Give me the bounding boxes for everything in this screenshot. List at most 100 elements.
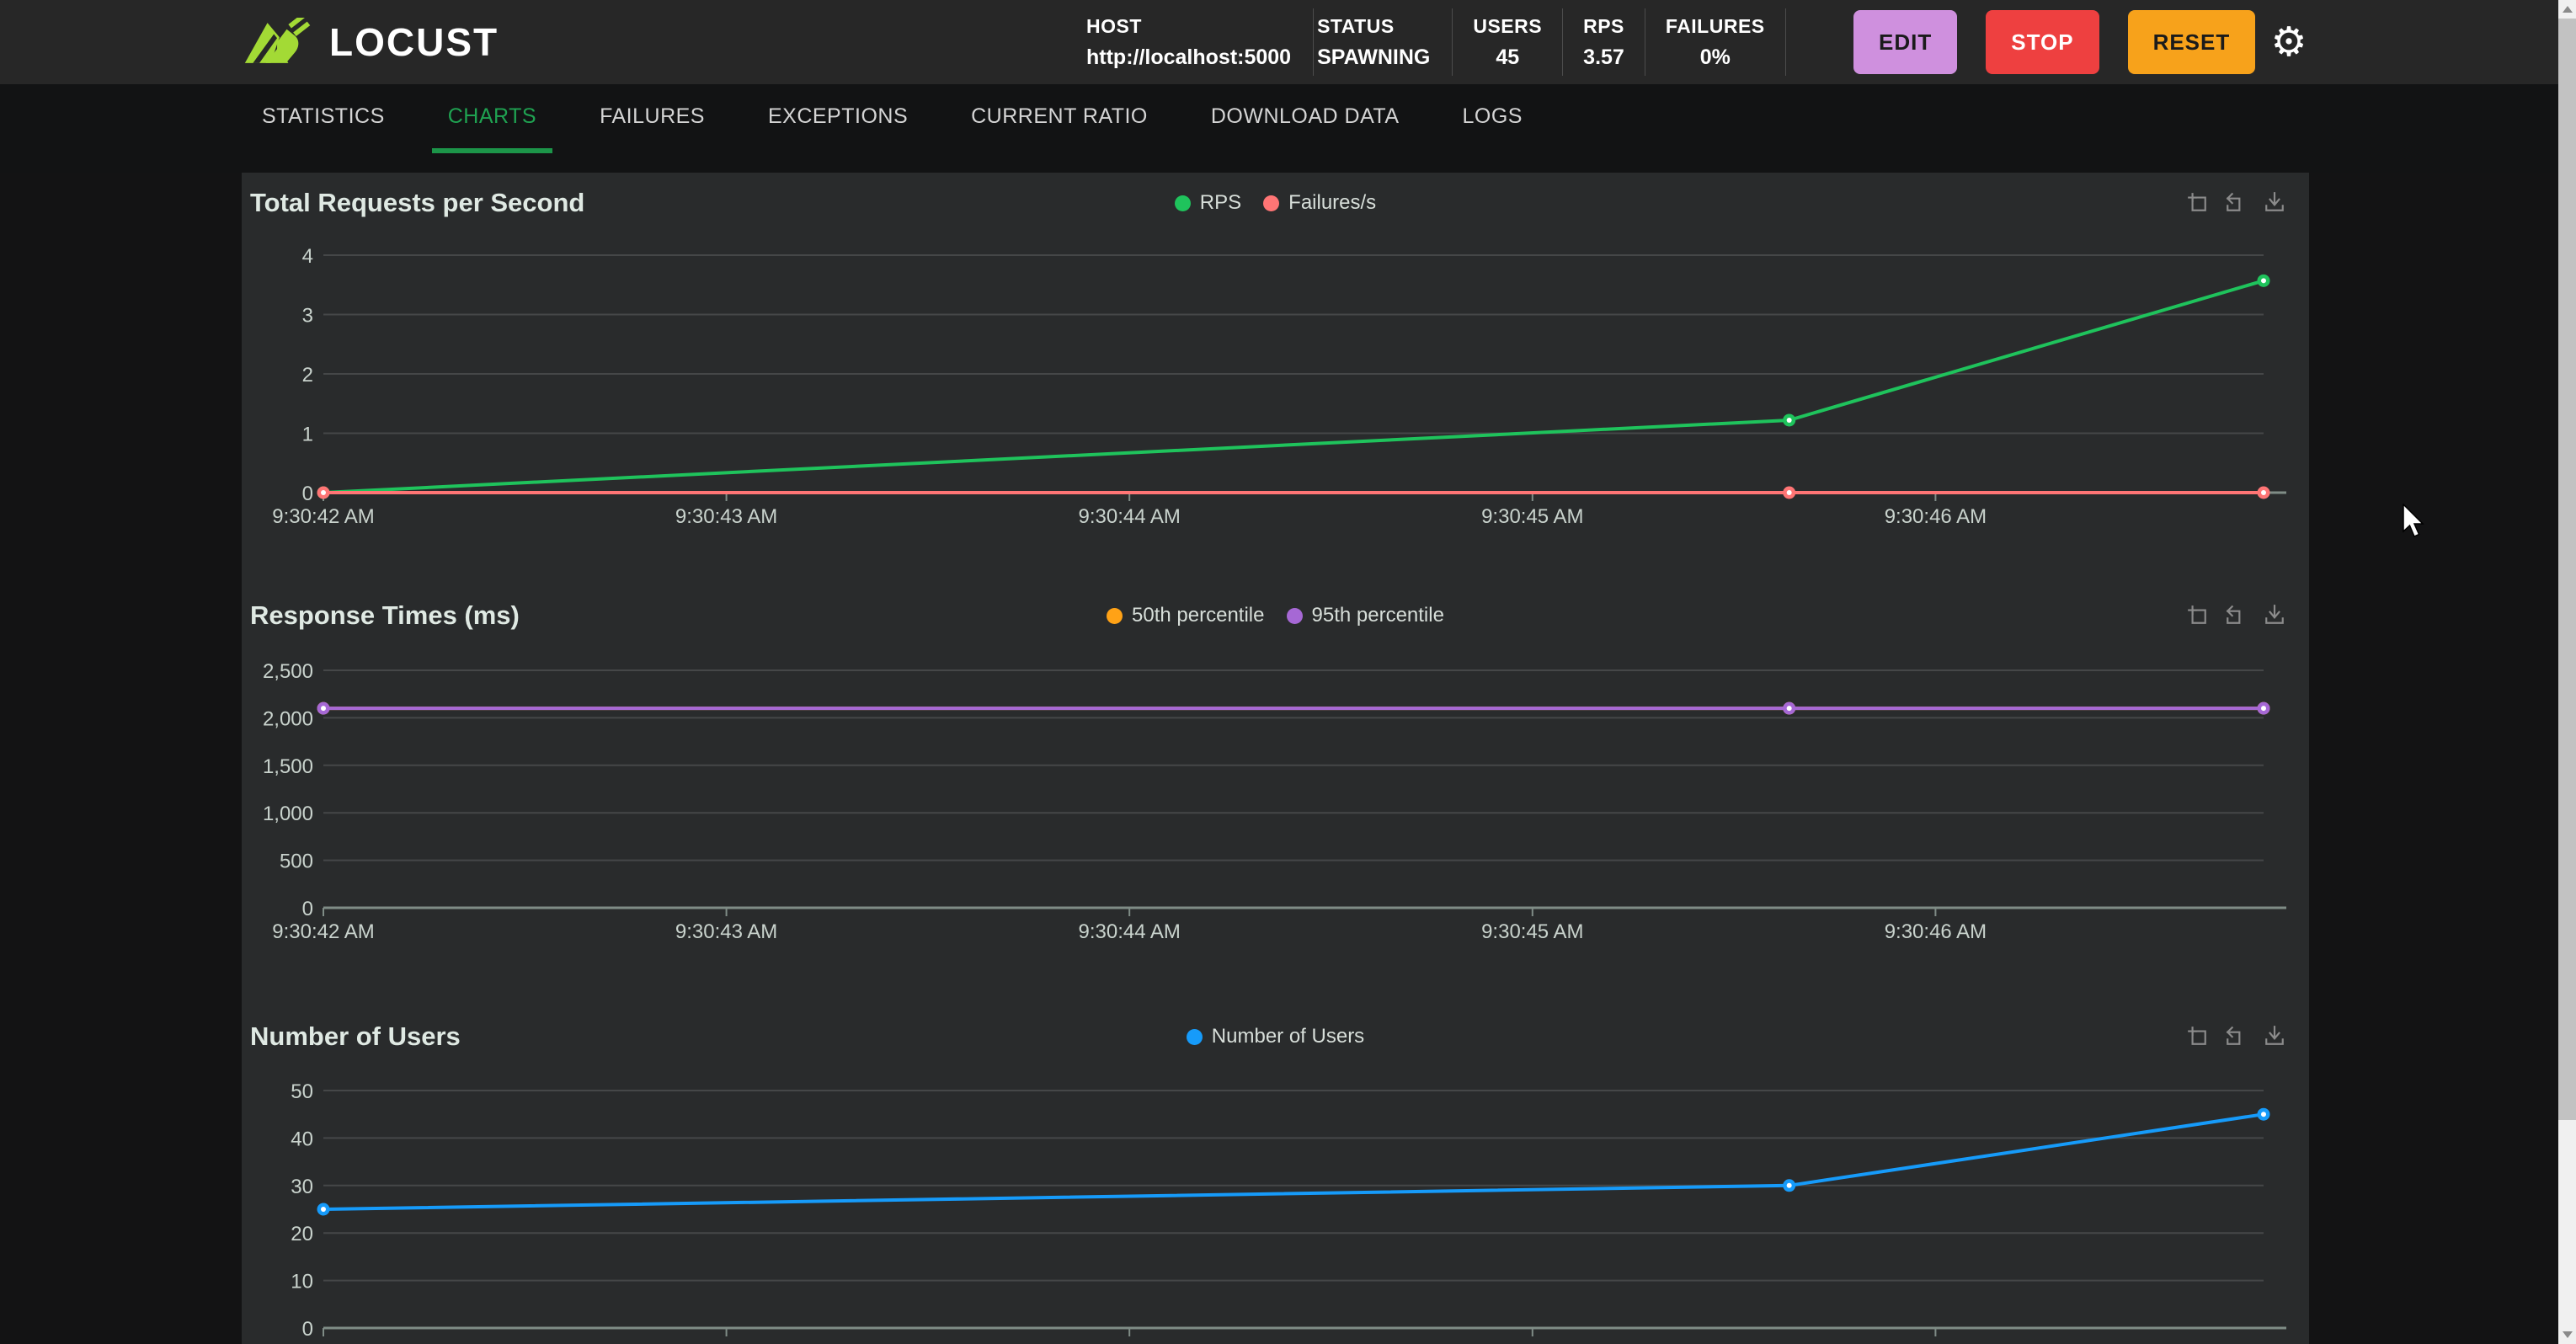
legend-dot	[1263, 195, 1279, 211]
zoom-select-icon[interactable]	[2186, 191, 2208, 213]
svg-text:2,500: 2,500	[263, 660, 313, 683]
stat-label: HOST	[1086, 15, 1291, 38]
chart-header-response-times: Response Times (ms) 50th percentile 95th …	[242, 595, 2309, 636]
stat-label: STATUS	[1317, 15, 1430, 38]
svg-text:9:30:43 AM: 9:30:43 AM	[675, 505, 777, 528]
scrollbar-down-button[interactable]	[2558, 1325, 2576, 1344]
chart-legend: 50th percentile 95th percentile	[242, 604, 2309, 627]
tab-charts[interactable]: CHARTS	[432, 84, 552, 153]
legend-item-95th-percentile[interactable]: 95th percentile	[1287, 604, 1444, 627]
svg-text:4: 4	[302, 245, 313, 268]
stat-rps: RPS 3.57	[1563, 8, 1645, 76]
svg-text:9:30:44 AM: 9:30:44 AM	[1078, 1341, 1180, 1344]
chart-canvas-rps: 012349:30:42 AM9:30:43 AM9:30:44 AM9:30:…	[242, 238, 2309, 539]
svg-text:0: 0	[302, 898, 313, 920]
stat-label: RPS	[1583, 15, 1624, 38]
legend-dot	[1187, 1029, 1203, 1045]
restore-icon[interactable]	[2225, 604, 2247, 626]
restore-icon[interactable]	[2225, 1025, 2247, 1047]
chart-canvas-users: 010203040509:30:42 AM9:30:43 AM9:30:44 A…	[242, 1074, 2309, 1344]
download-icon[interactable]	[2264, 1025, 2285, 1047]
vertical-scrollbar[interactable]	[2558, 0, 2576, 1344]
download-icon[interactable]	[2264, 604, 2285, 626]
svg-text:50: 50	[291, 1080, 313, 1103]
svg-text:1,500: 1,500	[263, 755, 313, 778]
stat-users: USERS 45	[1453, 8, 1563, 76]
legend-dot	[1287, 608, 1303, 624]
tab-current-ratio[interactable]: CURRENT RATIO	[955, 84, 1164, 153]
download-icon[interactable]	[2264, 191, 2285, 213]
charts-panel: Total Requests per Second RPSFailures/s …	[242, 173, 2309, 1344]
chart-title: Response Times (ms)	[250, 600, 520, 631]
svg-text:9:30:45 AM: 9:30:45 AM	[1481, 920, 1583, 943]
tab-exceptions[interactable]: EXCEPTIONS	[752, 84, 924, 153]
stat-value: 45	[1496, 45, 1519, 70]
svg-text:9:30:43 AM: 9:30:43 AM	[675, 1341, 777, 1344]
legend-dot	[1107, 608, 1123, 624]
tab-statistics[interactable]: STATISTICS	[246, 84, 401, 153]
chart-toolbox	[2186, 1025, 2285, 1047]
svg-text:10: 10	[291, 1271, 313, 1293]
svg-text:20: 20	[291, 1223, 313, 1245]
svg-text:2,000: 2,000	[263, 707, 313, 730]
reset-button[interactable]: RESET	[2128, 10, 2256, 74]
locust-logo[interactable]: LOCUST	[242, 0, 499, 84]
chart-header-users: Number of Users Number of Users	[242, 1016, 2309, 1057]
stat-label: USERS	[1473, 15, 1542, 38]
edit-button[interactable]: EDIT	[1853, 10, 1957, 74]
zoom-select-icon[interactable]	[2186, 604, 2208, 626]
svg-text:9:30:46 AM: 9:30:46 AM	[1885, 920, 1987, 943]
svg-text:9:30:45 AM: 9:30:45 AM	[1481, 505, 1583, 528]
legend-label: Number of Users	[1212, 1025, 1364, 1048]
chart-header-rps: Total Requests per Second RPS Failures/s	[242, 183, 2309, 223]
chart-title: Total Requests per Second	[250, 188, 584, 218]
svg-text:9:30:45 AM: 9:30:45 AM	[1481, 1341, 1583, 1344]
svg-text:9:30:43 AM: 9:30:43 AM	[675, 920, 777, 943]
chart-title: Number of Users	[250, 1021, 461, 1052]
chart-toolbox	[2186, 191, 2285, 213]
stat-value: 3.57	[1583, 45, 1624, 70]
svg-text:0: 0	[302, 1318, 313, 1341]
stop-button[interactable]: STOP	[1986, 10, 2099, 74]
tab-failures[interactable]: FAILURES	[584, 84, 721, 153]
tab-logs[interactable]: LOGS	[1447, 84, 1539, 153]
restore-icon[interactable]	[2225, 191, 2247, 213]
legend-label: 95th percentile	[1312, 604, 1444, 627]
svg-text:500: 500	[280, 851, 313, 873]
svg-text:9:30:42 AM: 9:30:42 AM	[272, 920, 374, 943]
chart-legend: Number of Users	[242, 1025, 2309, 1048]
chart-canvas-response-times: 0 500 1,000 1,500 2,000 2,500 9:30:42 AM 9:30:4…	[242, 653, 2309, 954]
chart-toolbox	[2186, 604, 2285, 626]
top-header: LOCUST HOSThttp://localhost:5000STATUSSP…	[0, 0, 2558, 84]
stat-value: 0%	[1700, 45, 1731, 70]
stat-failures: FAILURES0%	[1645, 8, 1786, 76]
svg-text:30: 30	[291, 1176, 313, 1198]
scrollbar-up-button[interactable]	[2558, 0, 2576, 19]
scrollbar-thumb[interactable]	[2558, 19, 2576, 1120]
action-buttons: EDIT STOP RESET	[1853, 10, 2255, 74]
svg-text:9:30:46 AM: 9:30:46 AM	[1885, 1341, 1987, 1344]
svg-text:0: 0	[302, 483, 313, 505]
svg-text:9:30:44 AM: 9:30:44 AM	[1078, 505, 1180, 528]
gear-icon[interactable]: ⚙	[2264, 0, 2314, 84]
logo-text: LOCUST	[329, 19, 499, 65]
svg-text:1: 1	[302, 424, 313, 446]
legend-item-rps[interactable]: RPS	[1175, 191, 1241, 215]
legend-item-number-of-users[interactable]: Number of Users	[1187, 1025, 1364, 1048]
tab-download-data[interactable]: DOWNLOAD DATA	[1195, 84, 1416, 153]
tab-list: STATISTICS CHARTS FAILURES EXCEPTIONS CURREN…	[246, 84, 1539, 153]
run-stats: HOSThttp://localhost:5000STATUSSPAWNINGU…	[1083, 8, 1786, 76]
svg-text:9:30:46 AM: 9:30:46 AM	[1885, 505, 1987, 528]
stat-value: SPAWNING	[1317, 45, 1430, 70]
svg-text:9:30:44 AM: 9:30:44 AM	[1078, 920, 1180, 943]
legend-item-50th-percentile[interactable]: 50th percentile	[1107, 604, 1264, 627]
legend-label: RPS	[1200, 191, 1241, 215]
svg-text:3: 3	[302, 305, 313, 328]
mouse-cursor	[2403, 504, 2431, 541]
svg-text:2: 2	[302, 364, 313, 387]
nav-bar: STATISTICS CHARTS FAILURES EXCEPTIONS CURREN…	[0, 84, 2558, 173]
legend-label: Failures/s	[1288, 191, 1376, 215]
legend-item-failures-s[interactable]: Failures/s	[1263, 191, 1376, 215]
zoom-select-icon[interactable]	[2186, 1025, 2208, 1047]
svg-text:1,000: 1,000	[263, 803, 313, 825]
